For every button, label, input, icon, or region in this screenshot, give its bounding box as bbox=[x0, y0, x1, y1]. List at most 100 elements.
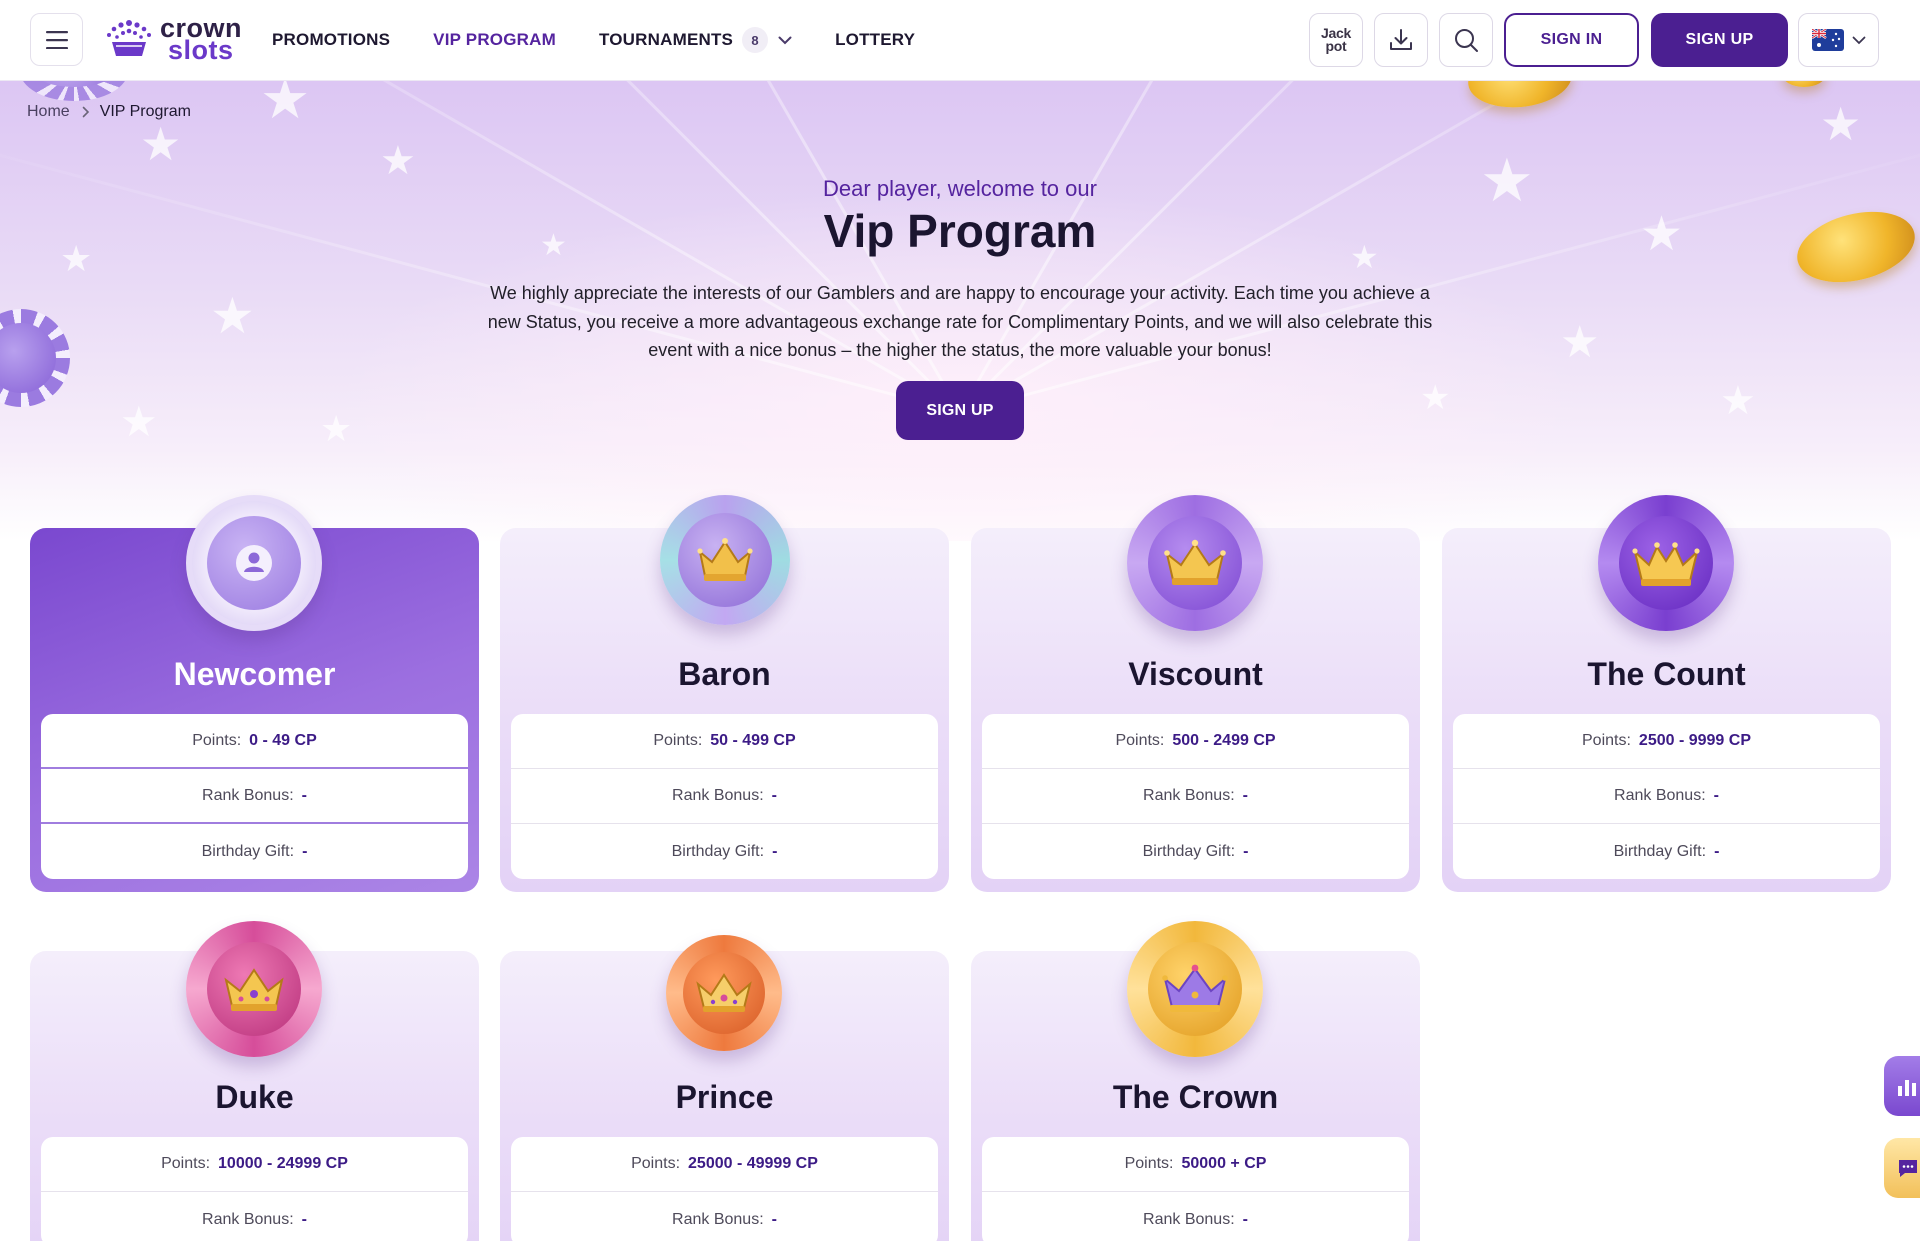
birthday-gift-value: - bbox=[772, 842, 778, 860]
rank-bonus-row: Rank Bonus: - bbox=[41, 769, 468, 824]
breadcrumb-current: VIP Program bbox=[99, 103, 191, 120]
level-name: Duke bbox=[215, 1079, 294, 1115]
crown-icon bbox=[224, 968, 284, 1011]
points-row: Points: 50 - 499 CP bbox=[511, 714, 938, 769]
chat-button[interactable] bbox=[1884, 1138, 1920, 1198]
birthday-gift-value: - bbox=[1714, 842, 1720, 860]
star-decoration: ★ bbox=[1820, 98, 1862, 150]
chat-icon bbox=[1899, 1160, 1917, 1177]
nav-tournaments[interactable]: TOURNAMENTS 8 bbox=[599, 27, 792, 53]
tournaments-count-badge: 8 bbox=[742, 27, 769, 53]
rank-bonus-value: - bbox=[771, 787, 777, 804]
logo-text-slots: slots bbox=[168, 35, 234, 65]
points-row: Points: 500 - 2499 CP bbox=[982, 714, 1409, 769]
side-widget-button[interactable] bbox=[1884, 1056, 1920, 1116]
points-value: 50000 + CP bbox=[1181, 1155, 1267, 1172]
duke-badge bbox=[186, 921, 322, 1057]
points-label: Points: bbox=[1582, 732, 1631, 749]
level-details: Points: 500 - 2499 CP Rank Bonus: - Birthd… bbox=[982, 714, 1409, 879]
sign-up-button[interactable]: SIGN UP bbox=[1651, 13, 1788, 67]
gold-coin-decoration bbox=[1782, 81, 1826, 87]
crown-icon bbox=[1632, 542, 1700, 586]
points-value: 10000 - 24999 CP bbox=[218, 1155, 348, 1172]
crown-icon bbox=[696, 973, 752, 1012]
birthday-gift-label: Birthday Gift: bbox=[671, 842, 765, 860]
level-details: Points: 2500 - 9999 CP Rank Bonus: - Birth… bbox=[1453, 714, 1880, 879]
star-decoration: ★ bbox=[120, 398, 158, 445]
nav-vip-program[interactable]: VIP PROGRAM bbox=[433, 30, 556, 50]
points-label: Points: bbox=[192, 731, 242, 749]
star-decoration: ★ bbox=[320, 408, 353, 449]
download-button[interactable] bbox=[1374, 13, 1428, 67]
newcomer-badge bbox=[186, 495, 322, 631]
breadcrumb-home[interactable]: Home bbox=[27, 103, 70, 121]
points-value: 0 - 49 CP bbox=[249, 731, 317, 749]
prince-badge bbox=[666, 935, 782, 1051]
rank-bonus-row: Rank Bonus: - bbox=[511, 769, 938, 824]
sign-in-button[interactable]: SIGN IN bbox=[1504, 13, 1639, 67]
rank-bonus-label: Rank Bonus: bbox=[1143, 787, 1235, 804]
star-decoration: ★ bbox=[380, 139, 416, 183]
jackpot-button[interactable]: Jack pot bbox=[1309, 13, 1363, 67]
rank-bonus-value: - bbox=[1242, 1210, 1248, 1228]
level-details: Points: 50 - 499 CP Rank Bonus: - Birthday… bbox=[511, 714, 938, 879]
rank-bonus-row: Rank Bonus: - bbox=[511, 1192, 938, 1241]
page-title: Vip Program bbox=[823, 205, 1097, 257]
crown-icon bbox=[697, 538, 753, 581]
hamburger-icon bbox=[45, 30, 68, 49]
chevron-down-icon bbox=[778, 36, 792, 45]
nav-tournaments-label: TOURNAMENTS bbox=[598, 30, 734, 49]
rank-bonus-label: Rank Bonus: bbox=[202, 1210, 294, 1228]
points-label: Points: bbox=[1115, 732, 1165, 749]
points-row: Points: 0 - 49 CP bbox=[41, 714, 468, 769]
star-decoration: ★ bbox=[140, 118, 182, 170]
gold-coin-decoration bbox=[1465, 81, 1575, 113]
jackpot-label: Jack pot bbox=[1321, 26, 1351, 53]
rank-bonus-label: Rank Bonus: bbox=[202, 786, 294, 804]
rank-bonus-value: - bbox=[301, 1210, 307, 1228]
points-row: Points: 10000 - 24999 CP bbox=[41, 1137, 468, 1192]
baron-badge bbox=[660, 495, 790, 625]
rank-bonus-row: Rank Bonus: - bbox=[982, 769, 1409, 824]
rank-bonus-label: Rank Bonus: bbox=[1614, 787, 1706, 804]
level-name: Viscount bbox=[1128, 656, 1263, 692]
star-decoration: ★ bbox=[1720, 379, 1756, 423]
level-name: The Crown bbox=[1112, 1079, 1279, 1115]
points-label: Points: bbox=[631, 1155, 681, 1172]
download-icon bbox=[1390, 29, 1412, 50]
nav-lottery[interactable]: LOTTERY bbox=[835, 30, 915, 50]
rank-bonus-value: - bbox=[771, 1210, 777, 1228]
menu-button[interactable] bbox=[30, 13, 83, 66]
points-value: 500 - 2499 CP bbox=[1172, 732, 1276, 749]
points-label: Points: bbox=[1124, 1155, 1174, 1172]
search-icon bbox=[1455, 29, 1478, 52]
nav-promotions[interactable]: PROMOTIONS bbox=[272, 30, 390, 50]
birthday-gift-row: Birthday Gift: - bbox=[1453, 824, 1880, 879]
crown-icon bbox=[1162, 964, 1228, 1012]
casino-chip-decoration bbox=[20, 81, 128, 101]
australia-flag-icon bbox=[1811, 29, 1844, 51]
birthday-gift-row: Birthday Gift: - bbox=[41, 824, 468, 879]
site-header: crown slots PROMOTIONS VIP PROGRAM TOURN… bbox=[0, 0, 1920, 81]
rank-bonus-value: - bbox=[1242, 787, 1248, 804]
search-button[interactable] bbox=[1439, 13, 1493, 67]
hero-sign-up-button[interactable]: SIGN UP bbox=[896, 381, 1024, 440]
language-selector[interactable] bbox=[1798, 13, 1879, 67]
birthday-gift-row: Birthday Gift: - bbox=[511, 824, 938, 879]
user-icon bbox=[236, 545, 272, 581]
star-decoration: ★ bbox=[1420, 379, 1451, 417]
rank-bonus-row: Rank Bonus: - bbox=[41, 1192, 468, 1241]
viscount-badge bbox=[1127, 495, 1263, 631]
points-value: 25000 - 49999 CP bbox=[688, 1155, 818, 1172]
points-row: Points: 25000 - 49999 CP bbox=[511, 1137, 938, 1192]
rank-bonus-value: - bbox=[301, 786, 307, 804]
level-name: Newcomer bbox=[173, 656, 336, 692]
rank-bonus-label: Rank Bonus: bbox=[672, 1210, 764, 1228]
star-decoration: ★ bbox=[260, 81, 311, 130]
birthday-gift-label: Birthday Gift: bbox=[201, 842, 295, 860]
crown-logo-icon bbox=[107, 20, 151, 56]
hero-description: We highly appreciate the interests of ou… bbox=[487, 283, 1433, 360]
points-value: 2500 - 9999 CP bbox=[1638, 732, 1751, 749]
star-decoration: ★ bbox=[210, 288, 255, 344]
site-logo[interactable]: crown slots bbox=[104, 15, 242, 65]
